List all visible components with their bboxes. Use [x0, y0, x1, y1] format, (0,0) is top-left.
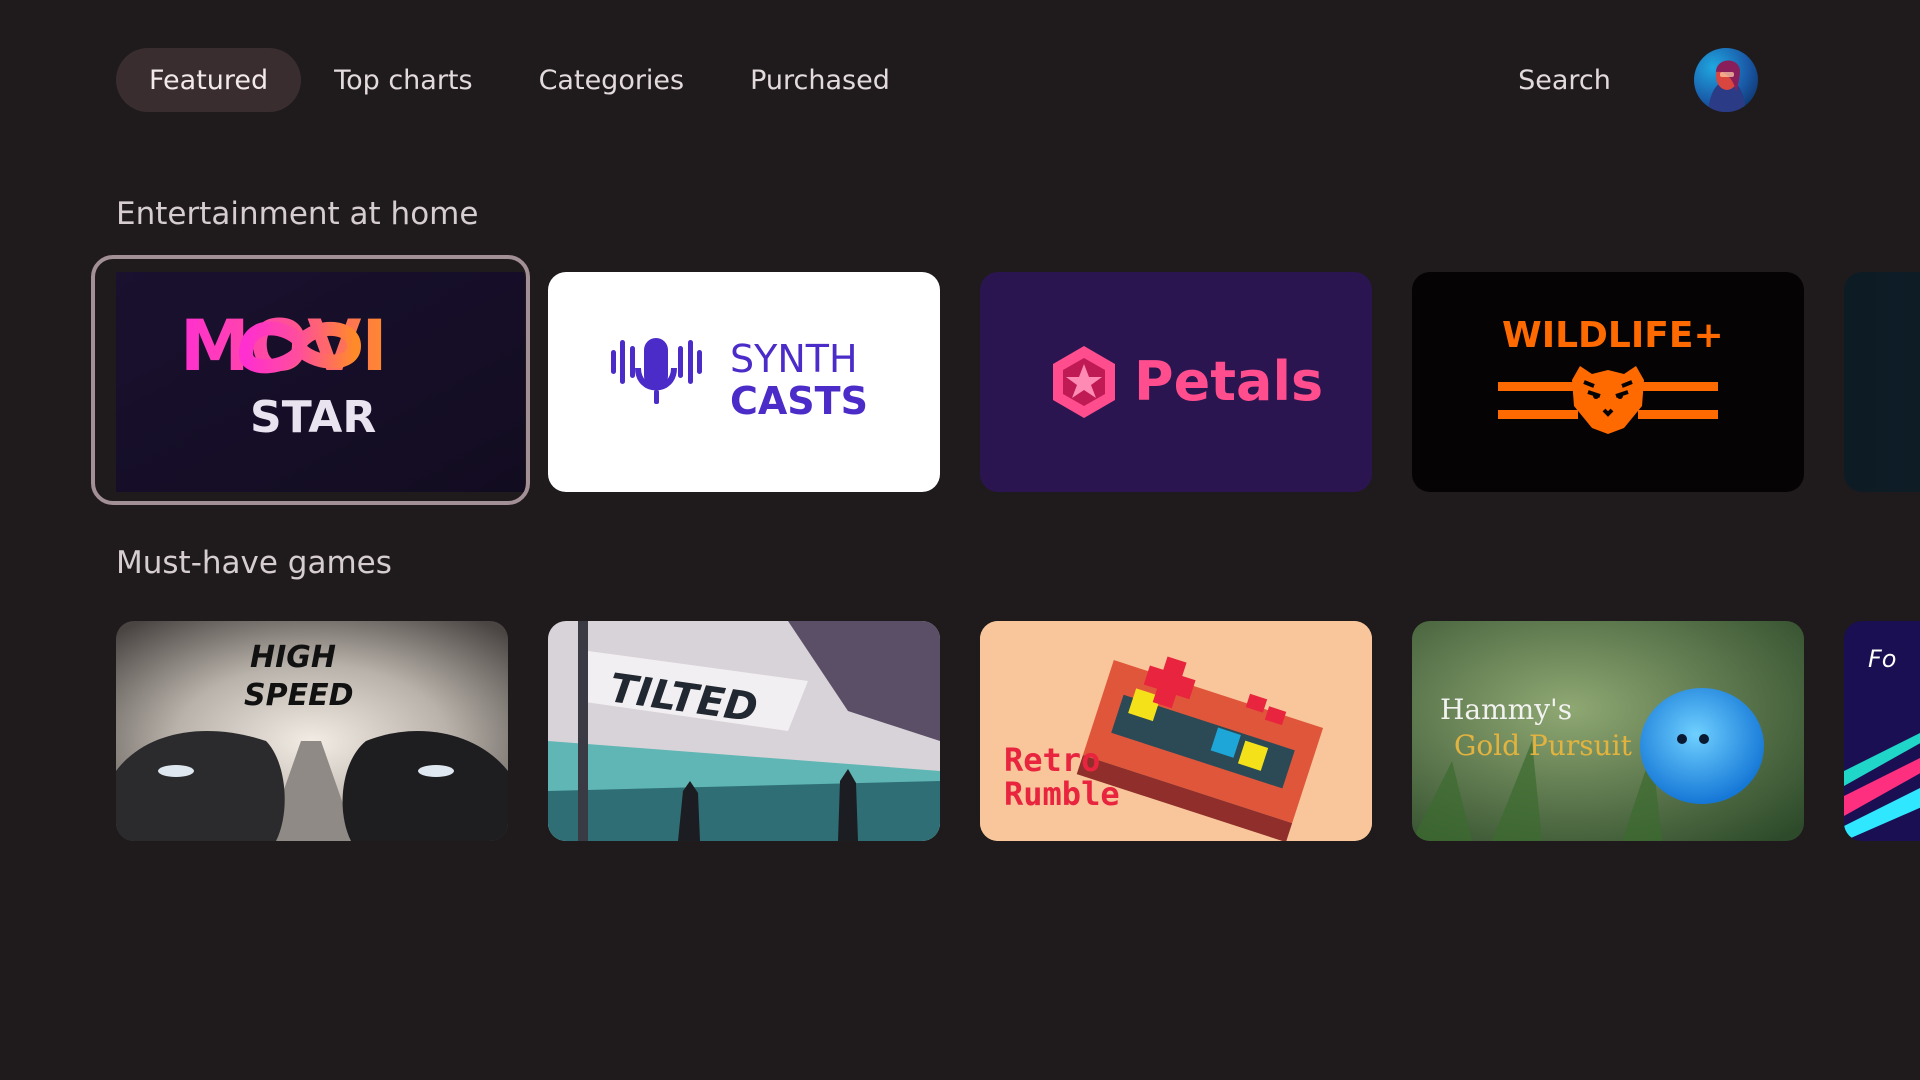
game-card-retro-rumble[interactable]: Retro Rumble [980, 621, 1372, 841]
synth-casts-subtitle: CASTS [730, 379, 868, 423]
partial-game-art: Fo [1844, 621, 1920, 841]
hammys-title: Hammy's [1440, 693, 1572, 726]
partial-game-title: Fo [1868, 645, 1897, 673]
app-card-petals[interactable]: Petals [980, 272, 1372, 492]
search-button[interactable]: Search [1492, 48, 1637, 112]
retro-rumble-subtitle: Rumble [1004, 775, 1120, 813]
high-speed-title: HIGH [250, 640, 336, 675]
synth-casts-title: SYNTH [730, 337, 858, 381]
movi-star-logo: MOVI STAR [116, 272, 525, 492]
wildlife-title: WILDLIFE+ [1502, 315, 1724, 356]
app-card-partial[interactable] [1844, 272, 1920, 492]
petals-title: Petals [1134, 350, 1323, 413]
tab-purchased[interactable]: Purchased [717, 48, 923, 112]
game-card-partial[interactable]: Fo [1844, 621, 1920, 841]
tab-featured[interactable]: Featured [116, 48, 302, 112]
avatar-image [1694, 48, 1758, 112]
tab-top-charts[interactable]: Top charts [301, 48, 505, 112]
section-title-games: Must-have games [116, 545, 392, 581]
high-speed-art: HIGH SPEED [116, 621, 508, 841]
top-navigation: Featured Top charts Categories Purchased [116, 48, 923, 112]
entertainment-row: MOVI STAR SYNTH CASTS Petals WILDLIFE+ [116, 272, 1920, 492]
app-card-synth-casts[interactable]: SYNTH CASTS [548, 272, 940, 492]
app-card-wildlife[interactable]: WILDLIFE+ [1412, 272, 1804, 492]
flower-icon [1053, 346, 1115, 418]
retro-rumble-title: Retro [1004, 741, 1100, 779]
synth-casts-logo: SYNTH CASTS [611, 337, 868, 423]
retro-rumble-art: Retro Rumble [980, 621, 1372, 841]
tab-categories[interactable]: Categories [506, 48, 718, 112]
app-card-movi-star[interactable]: MOVI STAR [116, 272, 525, 492]
hammys-gold-pursuit-art: Hammy's Gold Pursuit [1412, 621, 1804, 841]
tilted-art: TILTED [548, 621, 940, 841]
movi-star-subtitle: STAR [250, 392, 376, 443]
high-speed-subtitle: SPEED [244, 678, 353, 713]
wildlife-logo: WILDLIFE+ [1498, 315, 1724, 434]
game-card-tilted[interactable]: TILTED [548, 621, 940, 841]
game-card-hammys-gold-pursuit[interactable]: Hammy's Gold Pursuit [1412, 621, 1804, 841]
game-card-high-speed[interactable]: HIGH SPEED [116, 621, 508, 841]
avatar[interactable] [1694, 48, 1758, 112]
hammys-subtitle: Gold Pursuit [1454, 729, 1633, 762]
games-row: HIGH SPEED TILTED Retro Rumble Hammy's G… [116, 621, 1920, 841]
microphone-icon [611, 338, 702, 404]
section-title-entertainment: Entertainment at home [116, 196, 479, 232]
tiger-icon [1572, 366, 1644, 434]
petals-logo: Petals [1053, 346, 1323, 418]
